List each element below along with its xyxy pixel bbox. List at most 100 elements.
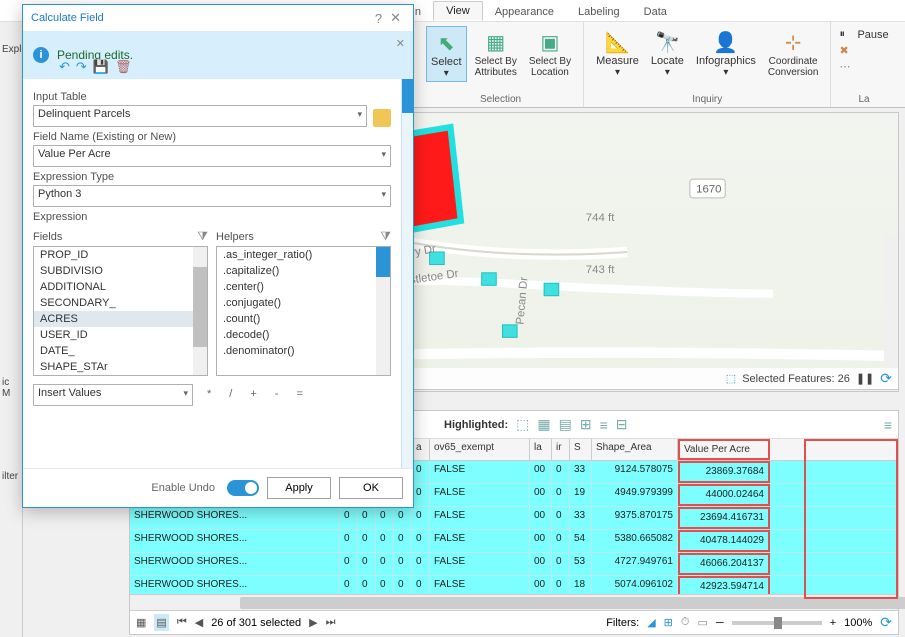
filter-4[interactable]: ▭ (697, 616, 707, 629)
th-value-per-acre[interactable]: Value Per Acre (678, 439, 770, 460)
th-ov65[interactable]: ov65_exempt (430, 439, 530, 460)
table-row[interactable]: SHERWOOD SHORES...00000FALSE000185074.09… (130, 576, 898, 594)
helpers-listbox[interactable]: .as_integer_ratio().capitalize().center(… (216, 246, 391, 376)
undo-button[interactable]: ↶ (59, 59, 70, 75)
select-by-location-button[interactable]: ▣ Select By Location (525, 26, 575, 80)
helper-item[interactable]: .capitalize() (217, 263, 390, 279)
tab-data[interactable]: Data (632, 3, 679, 21)
fields-filter-icon[interactable]: ⧩ (197, 229, 208, 244)
filter-2[interactable]: ⊞ (664, 616, 673, 629)
selection-group-label: Selection (480, 92, 521, 107)
field-item[interactable]: ADDITIONAL (34, 279, 207, 295)
coordinate-conversion-button[interactable]: ⊹ Coordinate Conversion (764, 26, 823, 80)
filter-1[interactable]: ◢ (647, 616, 655, 629)
first-record-button[interactable]: ⏮ (177, 616, 187, 629)
tbl-tool-4[interactable]: ⊞ (580, 416, 592, 433)
field-item[interactable]: ACRES (34, 311, 207, 327)
locate-button[interactable]: 🔭 Locate▾ (647, 26, 688, 80)
browse-folder-icon[interactable] (373, 109, 391, 127)
th-la[interactable]: la (530, 439, 552, 460)
tbl-tool-3[interactable]: ▤ (559, 416, 572, 433)
table-menu-button[interactable]: ≡ (884, 417, 892, 433)
field-item[interactable]: SUBDIVISIO (34, 263, 207, 279)
field-name-select[interactable]: Value Per Acre (33, 145, 391, 167)
redo-button[interactable]: ↷ (76, 59, 87, 75)
prev-record-button[interactable]: ◀ (195, 616, 203, 629)
insert-values-select[interactable]: Insert Values (33, 384, 193, 406)
helper-item[interactable]: .count() (217, 311, 390, 327)
left-label-1[interactable]: ic M (0, 371, 22, 405)
helper-item[interactable]: .decode() (217, 327, 390, 343)
measure-button[interactable]: 📐 Measure▾ (592, 26, 643, 80)
ok-button[interactable]: OK (339, 477, 403, 499)
label-icon: ✖ (839, 44, 853, 58)
select-button[interactable]: ⬉ Select▾ (426, 26, 467, 82)
refresh-table-button[interactable]: ⟳ (880, 614, 892, 631)
last-record-button[interactable]: ⏭ (326, 616, 336, 629)
table-row[interactable]: SHERWOOD SHORES...00000FALSE000534727.94… (130, 553, 898, 576)
inquiry-group: 📐 Measure▾ 🔭 Locate▾ 👤 Infographics▾ ⊹ C… (584, 22, 831, 107)
view-selected-button[interactable]: ▤ (154, 614, 168, 631)
labeling-opt2[interactable]: ✖ (839, 44, 888, 58)
dialog-sidebar[interactable] (401, 79, 413, 468)
op-multiply[interactable]: * (203, 388, 215, 400)
tab-labeling[interactable]: Labeling (566, 3, 632, 21)
helpers-scrollbar[interactable] (376, 247, 390, 375)
dismiss-banner-button[interactable]: ✕ (396, 37, 405, 50)
tab-appearance[interactable]: Appearance (483, 3, 566, 21)
fields-scrollbar[interactable] (193, 247, 207, 375)
helper-item[interactable]: .center() (217, 279, 390, 295)
dialog-titlebar[interactable]: Calculate Field ? ✕ (23, 5, 413, 31)
tbl-tool-2[interactable]: ▦ (537, 416, 550, 433)
expression-type-select[interactable]: Python 3 (33, 185, 391, 207)
input-table-label: Input Table (33, 91, 391, 103)
next-record-button[interactable]: ▶ (309, 616, 317, 629)
tbl-tool-6[interactable]: ⊟ (616, 416, 628, 433)
apply-button[interactable]: Apply (267, 477, 331, 499)
pause-icon: ⏸ (839, 28, 853, 42)
pause-labeling-button[interactable]: ⏸ Pause (839, 28, 888, 42)
help-button[interactable]: ? (371, 11, 386, 26)
table-hscroll[interactable] (130, 594, 898, 610)
expression-label: Expression (33, 211, 391, 223)
close-dialog-button[interactable]: ✕ (386, 10, 405, 26)
input-table-select[interactable]: Delinquent Parcels (33, 105, 367, 127)
explore-truncated[interactable]: Explo (0, 38, 22, 61)
select-by-attributes-button[interactable]: ▦ Select By Attributes (471, 26, 521, 80)
op-equals[interactable]: = (292, 388, 306, 400)
helper-item[interactable]: .as_integer_ratio() (217, 247, 390, 263)
field-item[interactable]: USER_ID (34, 327, 207, 343)
refresh-map-button[interactable]: ⟳ (880, 370, 892, 387)
tab-view[interactable]: View (433, 1, 483, 21)
save-edits-button[interactable]: 💾 (93, 59, 109, 75)
labeling-opt3[interactable]: ⋯ (839, 60, 888, 74)
enable-undo-toggle[interactable] (227, 480, 259, 496)
helper-item[interactable]: .denominator() (217, 343, 390, 359)
pause-draw-button[interactable]: ❚❚ (856, 372, 874, 385)
table-row[interactable]: SHERWOOD SHORES...00000FALSE000545380.66… (130, 530, 898, 553)
th-shape-area[interactable]: Shape_Area (592, 439, 678, 460)
th-c5[interactable]: a (412, 439, 430, 460)
th-ir2[interactable]: ir (552, 439, 570, 460)
table-row[interactable]: SHERWOOD SHORES...00000FALSE000339375.87… (130, 507, 898, 530)
helpers-filter-icon[interactable]: ⧩ (380, 229, 391, 244)
tbl-tool-5[interactable]: ≡ (600, 417, 608, 433)
op-plus[interactable]: + (246, 388, 260, 400)
field-item[interactable]: SHAPE_STAr (34, 359, 207, 375)
field-item[interactable]: SECONDARY_ (34, 295, 207, 311)
field-item[interactable]: DATE_ (34, 343, 207, 359)
zoom-slider[interactable] (732, 621, 822, 625)
tbl-tool-1[interactable]: ⬚ (516, 416, 529, 433)
infographics-button[interactable]: 👤 Infographics▾ (692, 26, 760, 80)
field-name-label: Field Name (Existing or New) (33, 131, 391, 143)
op-divide[interactable]: / (225, 388, 236, 400)
filter-3[interactable]: ⏱ (681, 616, 690, 629)
th-S[interactable]: S (570, 439, 592, 460)
op-minus[interactable]: - (271, 388, 283, 400)
discard-edits-button[interactable]: 🗑 (115, 59, 132, 75)
fields-listbox[interactable]: PROP_IDSUBDIVISIOADDITIONALSECONDARY_ACR… (33, 246, 208, 376)
left-label-2[interactable]: ilter (0, 465, 22, 488)
view-all-button[interactable]: ▦ (136, 616, 146, 629)
helper-item[interactable]: .conjugate() (217, 295, 390, 311)
field-item[interactable]: PROP_ID (34, 247, 207, 263)
